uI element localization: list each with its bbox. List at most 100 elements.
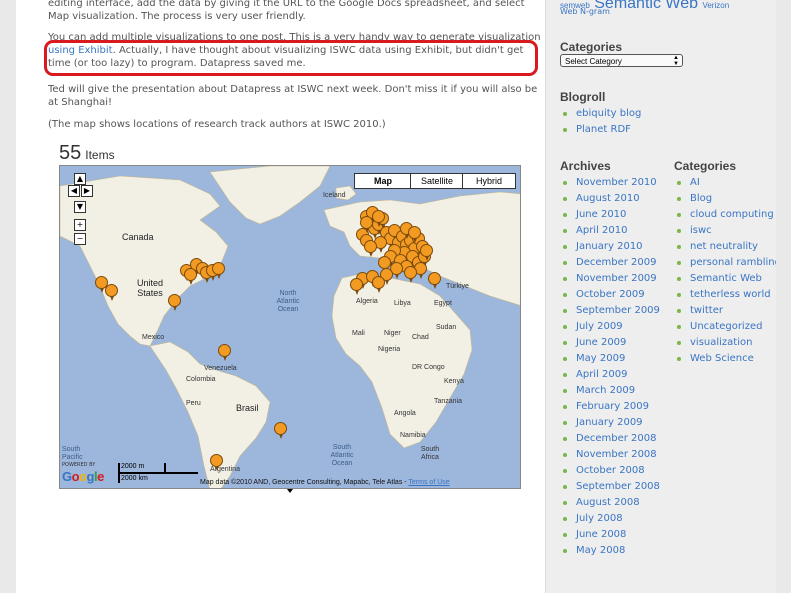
archive-link[interactable]: February 2009 — [560, 401, 676, 413]
label-sudan: Sudan — [436, 324, 457, 331]
scale-km-label: 2000 km — [121, 475, 148, 482]
archive-link[interactable]: May 2008 — [560, 545, 676, 557]
archive-link[interactable]: June 2009 — [560, 337, 676, 349]
category-select[interactable]: Select Category ▲ ▼ — [560, 54, 683, 67]
label-mexico: Mexico — [142, 334, 165, 341]
google-logo[interactable]: Google — [62, 469, 104, 484]
category-link[interactable]: cloud computing — [674, 209, 776, 221]
items-count: 55 Items — [59, 142, 115, 165]
category-link[interactable]: tetherless world — [674, 289, 776, 301]
zoom-out-button[interactable]: − — [74, 233, 86, 245]
map-marker-icon[interactable] — [360, 216, 373, 233]
label-tanzania: Tanzania — [434, 398, 463, 405]
pan-down-button[interactable]: ▼ — [74, 201, 86, 213]
pan-right-button[interactable]: ▶ — [81, 185, 93, 197]
map-attribution: Map data ©2010 AND, Geocentre Consulting… — [200, 479, 450, 486]
map-marker-icon[interactable] — [408, 226, 421, 243]
label-colombia: Colombia — [186, 376, 216, 383]
label-egypt: Egypt — [434, 300, 452, 307]
label-nigeria: Nigeria — [378, 346, 401, 353]
map-marker-icon[interactable] — [372, 276, 385, 293]
map-view[interactable]: Map Satellite Hybrid ▲ ◀ ▶ ▼ + − Canada … — [59, 165, 521, 489]
archive-link[interactable]: March 2009 — [560, 385, 676, 397]
label-south-atlantic: South Atlantic Ocean — [330, 444, 354, 467]
archive-link[interactable]: August 2008 — [560, 497, 676, 509]
archive-link[interactable]: September 2008 — [560, 481, 676, 493]
archive-link[interactable]: December 2009 — [560, 257, 676, 269]
map-marker-icon[interactable] — [372, 210, 385, 227]
map-marker-icon[interactable] — [350, 278, 363, 295]
archive-link[interactable]: September 2009 — [560, 305, 676, 317]
archive-link[interactable]: June 2010 — [560, 209, 676, 221]
archive-link[interactable]: October 2008 — [560, 465, 676, 477]
items-count-number: 55 — [59, 142, 82, 164]
map-marker-icon[interactable] — [274, 422, 287, 439]
header-sub[interactable]: Web N-gram — [560, 7, 610, 16]
post-paragraph-1: editing interface, add the data by givin… — [48, 0, 525, 22]
category-link[interactable]: visualization — [674, 337, 776, 349]
archive-link[interactable]: November 2010 — [560, 177, 676, 189]
archives-heading: Archives — [560, 159, 611, 173]
header-suffix[interactable]: Verizon — [702, 1, 729, 10]
window-scrollbar[interactable] — [776, 0, 791, 593]
archive-link[interactable]: July 2008 — [560, 513, 676, 525]
label-niger: Niger — [384, 330, 401, 337]
archive-link[interactable]: April 2010 — [560, 225, 676, 237]
archive-link[interactable]: January 2009 — [560, 417, 676, 429]
blogroll-link[interactable]: Planet RDF — [560, 124, 676, 136]
map-scale: 2000 m 2000 km — [118, 463, 200, 483]
categories-heading: Categories — [560, 40, 623, 54]
archive-link[interactable]: April 2009 — [560, 369, 676, 381]
category-link[interactable]: net neutrality — [674, 241, 776, 253]
archive-link[interactable]: December 2008 — [560, 433, 676, 445]
archive-link[interactable]: July 2009 — [560, 321, 676, 333]
post-paragraph-4: (The map shows locations of research tra… — [48, 119, 386, 130]
category-link[interactable]: Web Science — [674, 353, 776, 365]
label-peru: Peru — [186, 400, 201, 407]
archive-link[interactable]: June 2008 — [560, 529, 676, 541]
category-link[interactable]: iswc — [674, 225, 776, 237]
category-link[interactable]: Semantic Web — [674, 273, 776, 285]
archive-link[interactable]: November 2009 — [560, 273, 676, 285]
category-link[interactable]: twitter — [674, 305, 776, 317]
map-marker-icon[interactable] — [168, 294, 181, 311]
archive-link[interactable]: October 2009 — [560, 289, 676, 301]
category-link[interactable]: Uncategorized — [674, 321, 776, 333]
blogroll-link[interactable]: ebiquity blog — [560, 108, 676, 120]
label-algeria: Algeria — [356, 298, 378, 305]
sidebar: semweb Semantic Web Verizon Web N-gram C… — [545, 0, 776, 593]
pan-up-button[interactable]: ▲ — [74, 173, 86, 185]
category-link[interactable]: AI — [674, 177, 776, 189]
map-marker-icon[interactable] — [364, 240, 377, 257]
items-count-label: Items — [85, 148, 115, 162]
select-arrows-icon: ▲ ▼ — [673, 55, 679, 67]
label-iceland: Iceland — [323, 192, 346, 199]
map-marker-icon[interactable] — [184, 268, 197, 285]
attribution-text: Map data ©2010 AND, Geocentre Consulting… — [200, 479, 407, 486]
map-type-satellite-button[interactable]: Satellite — [410, 173, 464, 189]
map-marker-icon[interactable] — [105, 284, 118, 301]
map-marker-icon[interactable] — [428, 272, 441, 289]
category-link[interactable]: personal ramblings — [674, 257, 776, 269]
label-canada: Canada — [122, 232, 154, 242]
map-marker-icon[interactable] — [404, 266, 417, 283]
map-marker-icon[interactable] — [378, 256, 391, 273]
map-marker-icon[interactable] — [420, 244, 433, 261]
archive-link[interactable]: May 2009 — [560, 353, 676, 365]
label-turkiye: Türkiye — [446, 283, 469, 290]
archive-link[interactable]: November 2008 — [560, 449, 676, 461]
pan-left-button[interactable]: ◀ — [68, 185, 80, 197]
map-marker-icon[interactable] — [210, 454, 223, 471]
zoom-in-button[interactable]: + — [74, 219, 86, 231]
archive-link[interactable]: August 2010 — [560, 193, 676, 205]
map-type-map-button[interactable]: Map — [354, 173, 412, 189]
map-type-hybrid-button[interactable]: Hybrid — [462, 173, 516, 189]
archive-link[interactable]: January 2010 — [560, 241, 676, 253]
blogroll-list: ebiquity blog Planet RDF — [560, 108, 676, 140]
terms-of-use-link[interactable]: Terms of Use — [408, 479, 449, 486]
category-link[interactable]: Blog — [674, 193, 776, 205]
map-marker-icon[interactable] — [212, 262, 225, 279]
label-south-pacific: South Pacific — [62, 446, 83, 461]
highlight-annotation — [44, 40, 538, 76]
map-marker-icon[interactable] — [218, 344, 231, 361]
